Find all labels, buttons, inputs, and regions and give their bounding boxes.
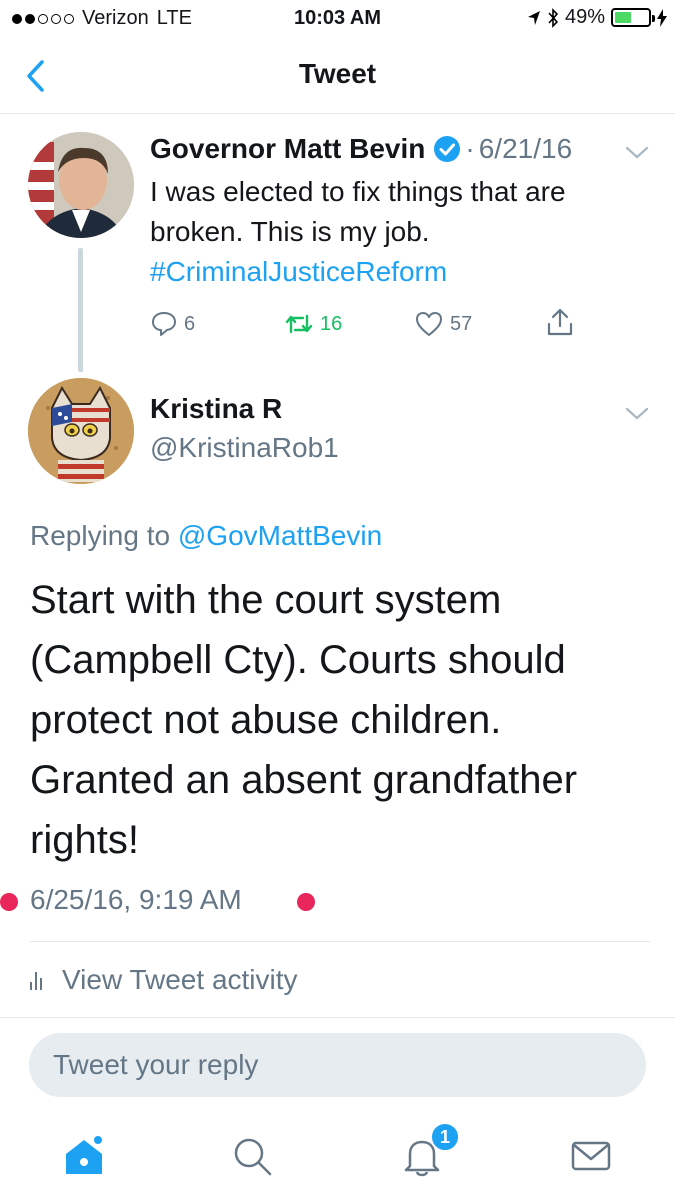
reply-count: 6 xyxy=(184,312,196,335)
reply-timestamp: 6/25/16, 9:19 AM xyxy=(30,884,242,915)
share-icon xyxy=(547,308,573,336)
like-action[interactable]: 57 xyxy=(414,310,472,338)
kristina-avatar[interactable] xyxy=(28,378,134,484)
status-bar: Verizon LTE 10:03 AM 49% xyxy=(0,0,675,40)
verified-badge-icon xyxy=(434,136,461,162)
like-count: 57 xyxy=(450,312,473,335)
bluetooth-icon xyxy=(548,7,559,28)
retweet-icon xyxy=(285,314,313,334)
parent-author-name[interactable]: Governor Matt Bevin xyxy=(150,133,425,165)
home-icon[interactable] xyxy=(62,1134,106,1178)
hashtag-link[interactable]: #CriminalJusticeReform xyxy=(150,252,650,292)
reply-action[interactable]: 6 xyxy=(150,310,195,338)
reply-icon xyxy=(152,312,176,336)
date-separator: · xyxy=(465,133,475,164)
retweet-count: 16 xyxy=(320,312,343,335)
parent-tweet-menu-chevron-icon[interactable] xyxy=(624,145,650,161)
battery-icon xyxy=(611,8,655,27)
parent-tweet-date: 6/21/16 xyxy=(478,133,573,164)
governor-avatar[interactable] xyxy=(28,132,134,238)
replying-to-line: Replying to @GovMattBevin xyxy=(30,520,382,552)
replying-prefix: Replying to xyxy=(30,520,171,551)
navigation-bar: Tweet xyxy=(0,40,675,114)
reply-input-placeholder: Tweet your reply xyxy=(53,1049,259,1080)
location-arrow-icon xyxy=(527,10,540,25)
view-tweet-activity-label: View Tweet activity xyxy=(62,964,298,995)
divider xyxy=(30,941,650,942)
bottom-tab-bar xyxy=(0,1118,675,1200)
page-title: Tweet xyxy=(298,58,377,89)
reply-author-name[interactable]: Kristina R xyxy=(150,393,282,425)
parent-tweet-header: Governor Matt Bevin · 6/21/16 xyxy=(150,133,572,165)
replying-mention-link[interactable]: @GovMattBevin xyxy=(178,520,382,551)
view-tweet-activity-row[interactable]: View Tweet activity xyxy=(30,964,298,996)
reply-tweet-text: Start with the court system (Campbell Ct… xyxy=(30,578,578,862)
parent-tweet-actions: 6 16 57 xyxy=(150,306,590,342)
notification-badge: 1 xyxy=(430,1122,460,1152)
charging-bolt-icon xyxy=(657,8,667,27)
analytics-bars-icon xyxy=(30,970,42,990)
left-marker-dot xyxy=(0,893,18,911)
search-icon[interactable] xyxy=(230,1134,274,1178)
thread-connector xyxy=(78,248,83,372)
heart-icon xyxy=(416,312,442,336)
retweet-action[interactable]: 16 xyxy=(284,310,342,338)
tweet-reply-input[interactable]: Tweet your reply xyxy=(29,1033,646,1097)
right-marker-dot xyxy=(297,893,315,911)
reply-author-handle[interactable]: @KristinaRob1 xyxy=(150,432,339,464)
parent-tweet-text: I was elected to fix things that are bro… xyxy=(150,172,650,292)
messages-envelope-icon[interactable] xyxy=(569,1134,613,1178)
battery-percent: 49% xyxy=(564,6,605,28)
share-action[interactable] xyxy=(544,306,576,338)
reply-tweet-menu-chevron-icon[interactable] xyxy=(624,406,650,422)
parent-tweet-body: I was elected to fix things that are bro… xyxy=(150,176,566,247)
divider xyxy=(0,1017,675,1018)
